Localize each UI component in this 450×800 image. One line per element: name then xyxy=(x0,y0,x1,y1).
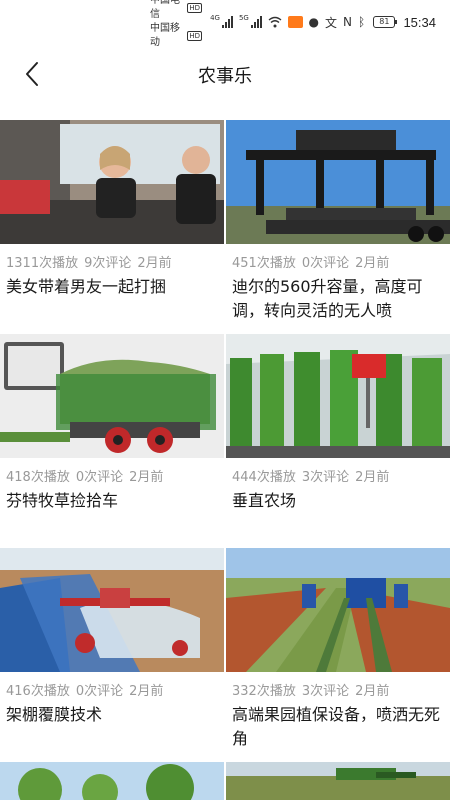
video-card[interactable] xyxy=(0,762,224,800)
video-thumbnail[interactable] xyxy=(0,120,224,244)
play-count: 444次播放 xyxy=(232,470,296,485)
signal-icon: 4G xyxy=(210,14,233,28)
post-date: 2月前 xyxy=(129,470,164,485)
video-card[interactable]: 1311次播放 9次评论 2月前 美女带着男友一起打捆 xyxy=(0,120,224,299)
comment-count: 0次评论 xyxy=(75,684,124,699)
carrier-2: 中国移动 xyxy=(150,23,180,48)
bluetooth-icon: ᛒ xyxy=(358,15,366,29)
greenhouse-film-thumbnail xyxy=(0,548,224,672)
video-title[interactable]: 迪尔的560升容量，高度可调，转向灵活的无人喷 xyxy=(226,271,450,323)
post-date: 2月前 xyxy=(355,256,390,271)
comment-count: 3次评论 xyxy=(301,684,350,699)
video-stats: 332次播放 3次评论 2月前 xyxy=(226,680,450,699)
play-count: 416次播放 xyxy=(6,684,70,699)
post-date: 2月前 xyxy=(137,256,172,271)
battery-icon: 81 xyxy=(373,16,398,28)
video-title[interactable]: 芬特牧草捡拾车 xyxy=(0,485,224,513)
video-thumbnail[interactable] xyxy=(226,548,450,672)
play-count: 1311次播放 xyxy=(6,256,79,271)
nfc-icon: N xyxy=(343,15,353,29)
video-thumbnail[interactable] xyxy=(0,548,224,672)
orchard-trees-thumbnail xyxy=(0,762,224,800)
status-bar: 中国电信 HD 中国移动 HD 4G 5G ● 文 N ᛒ 81 15:34 xyxy=(0,0,450,48)
translate-icon: 文 xyxy=(325,15,338,30)
app-header: 农事乐 xyxy=(0,48,450,100)
comment-count: 0次评论 xyxy=(75,470,124,485)
carrier-info: 中国电信 HD 中国移动 HD xyxy=(150,0,203,50)
carrier-1: 中国电信 xyxy=(150,0,180,20)
post-date: 2月前 xyxy=(355,684,390,699)
video-title[interactable]: 垂直农场 xyxy=(226,485,450,513)
video-title[interactable]: 美女带着男友一起打捆 xyxy=(0,271,224,299)
page-title: 农事乐 xyxy=(198,66,252,87)
video-card[interactable]: 332次播放 3次评论 2月前 高端果园植保设备，喷洒无死角 xyxy=(226,548,450,751)
video-card[interactable]: 416次播放 0次评论 2月前 架棚覆膜技术 xyxy=(0,548,224,727)
comment-count: 3次评论 xyxy=(301,470,350,485)
video-title[interactable]: 高端果园植保设备，喷洒无死角 xyxy=(226,699,450,751)
orchard-sprayer-thumbnail xyxy=(226,548,450,672)
post-date: 2月前 xyxy=(129,684,164,699)
hd-badge: HD xyxy=(187,31,203,41)
vertical-farm-thumbnail xyxy=(226,334,450,458)
video-stats: 418次播放 0次评论 2月前 xyxy=(0,466,224,485)
wifi-icon xyxy=(268,16,282,28)
post-date: 2月前 xyxy=(355,470,390,485)
video-thumbnail[interactable] xyxy=(226,762,450,800)
video-card[interactable]: 451次播放 0次评论 2月前 迪尔的560升容量，高度可调，转向灵活的无人喷 xyxy=(226,120,450,323)
tractor-cabin-thumbnail xyxy=(0,120,224,244)
video-thumbnail[interactable] xyxy=(226,120,450,244)
clock: 15:34 xyxy=(403,14,436,30)
field-machine-thumbnail xyxy=(226,762,450,800)
video-thumbnail[interactable] xyxy=(0,762,224,800)
sprayer-robot-thumbnail xyxy=(226,120,450,244)
signal-icon: 5G xyxy=(239,14,262,28)
app-notification-icon xyxy=(287,16,303,28)
hd-badge: HD xyxy=(187,3,203,13)
play-count: 332次播放 xyxy=(232,684,296,699)
video-stats: 444次播放 3次评论 2月前 xyxy=(226,466,450,485)
video-card[interactable]: 444次播放 3次评论 2月前 垂直农场 xyxy=(226,334,450,513)
wechat-icon: ● xyxy=(308,15,320,29)
hay-wagon-thumbnail xyxy=(0,334,224,458)
play-count: 418次播放 xyxy=(6,470,70,485)
video-card[interactable]: 418次播放 0次评论 2月前 芬特牧草捡拾车 xyxy=(0,334,224,513)
video-stats: 1311次播放 9次评论 2月前 xyxy=(0,252,224,271)
video-title[interactable]: 架棚覆膜技术 xyxy=(0,699,224,727)
comment-count: 0次评论 xyxy=(301,256,350,271)
video-stats: 416次播放 0次评论 2月前 xyxy=(0,680,224,699)
comment-count: 9次评论 xyxy=(84,256,132,271)
video-thumbnail[interactable] xyxy=(226,334,450,458)
play-count: 451次播放 xyxy=(232,256,296,271)
video-stats: 451次播放 0次评论 2月前 xyxy=(226,252,450,271)
video-card[interactable] xyxy=(226,762,450,800)
video-thumbnail[interactable] xyxy=(0,334,224,458)
